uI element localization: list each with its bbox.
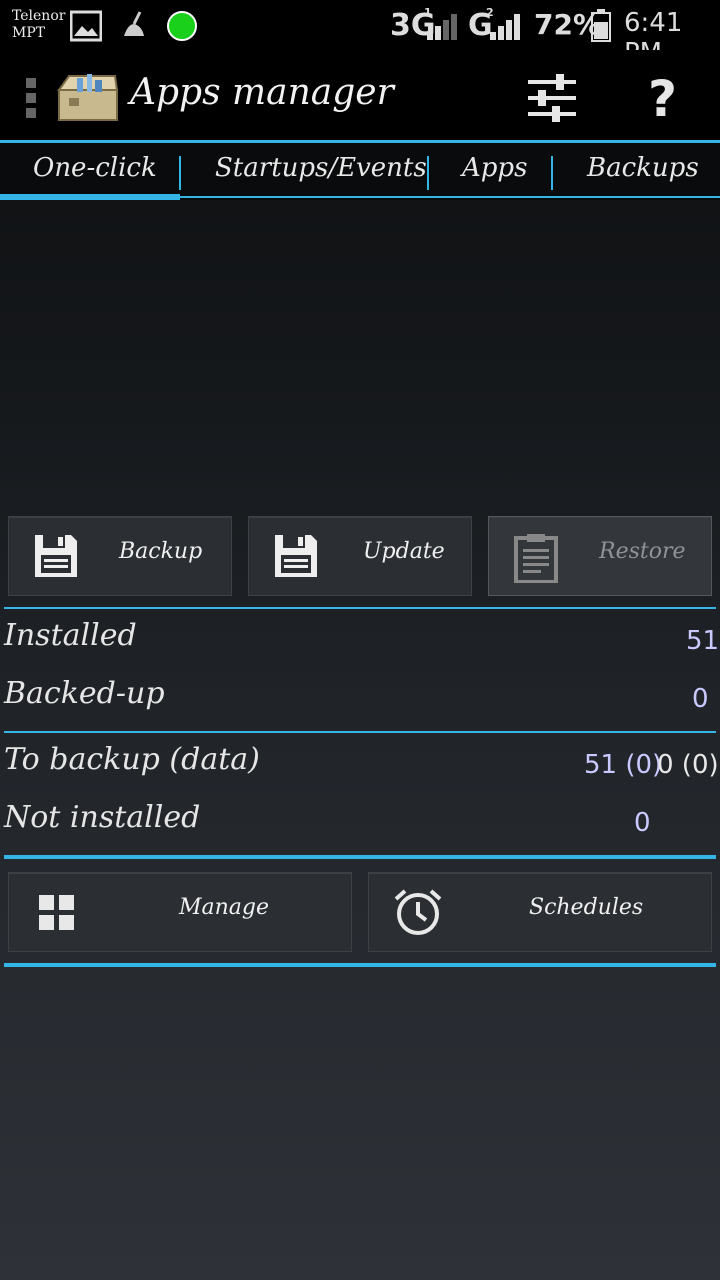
battery-icon — [590, 8, 612, 46]
carrier-line2: MPT — [12, 25, 46, 41]
action-bar: Apps manager ? — [0, 50, 720, 142]
backedup-label: Backed-up — [4, 676, 165, 711]
section-divider — [4, 731, 716, 733]
toolbox-logo-icon — [55, 68, 121, 128]
save-icon — [273, 533, 319, 583]
carrier-line1: Telenor — [12, 8, 66, 24]
overflow-menu-icon[interactable] — [26, 78, 38, 118]
schedules-label: Schedules — [529, 895, 644, 920]
signal-icon-2 — [488, 12, 522, 44]
backup-label: Backup — [119, 539, 203, 564]
grid-icon — [37, 893, 77, 937]
tab-divider — [179, 156, 181, 190]
section-divider — [4, 963, 716, 967]
green-dot-icon — [166, 10, 198, 46]
backedup-value: 0 — [692, 684, 709, 714]
manage-label: Manage — [179, 895, 270, 920]
settings-sliders-icon[interactable] — [526, 72, 578, 128]
tobackup-value-data: 0 (0) — [657, 750, 719, 780]
notinstalled-value: 0 — [634, 808, 651, 838]
tab-divider — [427, 156, 429, 190]
section-divider — [4, 855, 716, 859]
app-title: Apps manager — [130, 72, 394, 113]
gallery-icon — [69, 10, 103, 46]
carrier-name: Telenor MPT — [12, 8, 65, 42]
tab-active-indicator — [0, 194, 180, 200]
section-divider — [4, 607, 716, 609]
tobackup-value-apps: 51 (0) — [584, 750, 663, 780]
tab-apps[interactable]: Apps — [462, 153, 527, 183]
alarm-clock-icon — [393, 887, 443, 941]
cleaner-icon — [120, 10, 148, 44]
restore-label: Restore — [599, 539, 686, 564]
tobackup-label: To backup (data) — [4, 742, 260, 777]
tab-startups-events[interactable]: Startups/Events — [215, 153, 427, 183]
installed-value: 51 — [686, 626, 720, 656]
notinstalled-label: Not installed — [4, 800, 201, 835]
update-label: Update — [363, 539, 445, 564]
installed-label: Installed — [4, 618, 137, 653]
update-button[interactable]: Update — [248, 516, 472, 596]
save-icon — [33, 533, 79, 583]
manage-button[interactable]: Manage — [8, 872, 352, 952]
schedules-button[interactable]: Schedules — [368, 872, 712, 952]
help-icon[interactable]: ? — [648, 70, 677, 128]
tab-one-click[interactable]: One-click — [33, 153, 157, 183]
signal-icon — [425, 12, 459, 44]
restore-button[interactable]: Restore — [488, 516, 712, 596]
tab-divider — [551, 156, 553, 190]
status-bar: Telenor MPT 3G 1 G 2 72% 6:41 PM — [0, 0, 720, 68]
backup-button[interactable]: Backup — [8, 516, 232, 596]
clipboard-icon — [513, 533, 559, 587]
tab-backups[interactable]: Backups — [587, 153, 699, 183]
tab-bar: One-click Startups/Events Apps Backups — [0, 143, 720, 200]
